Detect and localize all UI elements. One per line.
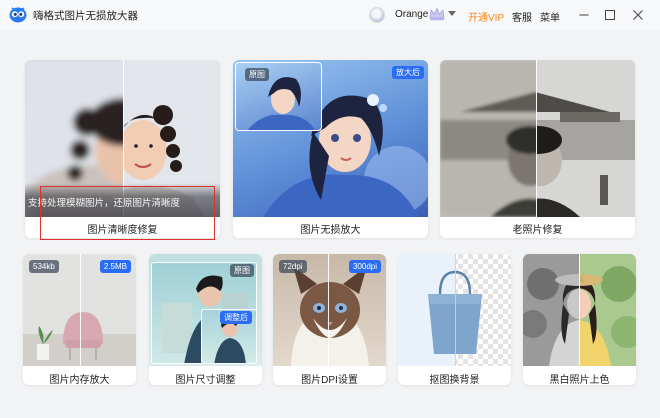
enlarge-preview-image: 原图 放大后 xyxy=(233,60,428,217)
resize-preview-image: 原图 调整后 xyxy=(149,254,262,366)
card-label: 黑白照片上色 xyxy=(549,375,610,385)
username[interactable]: Orange xyxy=(395,9,428,20)
user-dropdown-caret-icon[interactable] xyxy=(448,11,456,16)
vip-crown-icon xyxy=(429,7,445,21)
app-logo-icon xyxy=(9,7,27,23)
colorize-preview-image xyxy=(523,254,636,366)
dpi-preview-image: 72dpi 300dpi xyxy=(273,254,386,366)
tag-before: 原图 xyxy=(230,264,254,277)
cutout-preview-image xyxy=(398,254,511,366)
close-icon[interactable] xyxy=(628,5,648,25)
card-dpi-setting[interactable]: 72dpi 300dpi 图片DPI设置 xyxy=(273,254,386,385)
card-label: 图片尺寸调整 xyxy=(175,375,236,385)
memory-preview-image: 534kb 2.5MB xyxy=(23,254,136,366)
maximize-icon[interactable] xyxy=(600,5,620,25)
tag-after: 2.5MB xyxy=(99,260,131,273)
card-label: 抠图换背景 xyxy=(429,375,480,385)
tag-before: 72dpi xyxy=(279,260,307,273)
compare-divider xyxy=(80,254,81,366)
card-cutout-background[interactable]: 抠图换背景 xyxy=(398,254,511,385)
app-title: 嗨格式图片无损放大器 xyxy=(33,10,138,22)
open-vip-link[interactable]: 开通VIP xyxy=(468,9,504,24)
minimize-icon[interactable] xyxy=(574,5,594,25)
title-bar: 嗨格式图片无损放大器 Orange 开通VIP 客服 菜单 xyxy=(0,0,660,30)
tag-before: 534kb xyxy=(29,260,59,273)
compare-divider xyxy=(536,60,537,217)
card-memory-enlarge[interactable]: 534kb 2.5MB 图片内存放大 xyxy=(23,254,136,385)
card-label: 图片内存放大 xyxy=(49,375,110,385)
card-colorize-photo[interactable]: 黑白照片上色 xyxy=(523,254,636,385)
menu-button[interactable]: 菜单 xyxy=(540,9,560,24)
tag-after: 300dpi xyxy=(348,260,381,273)
tag-after: 调整后 xyxy=(220,311,252,324)
avatar[interactable] xyxy=(369,7,385,23)
card-label: 老照片修复 xyxy=(512,225,563,236)
compare-divider xyxy=(455,254,456,366)
card-label: 图片无损放大 xyxy=(300,225,361,236)
compare-divider xyxy=(328,254,329,366)
tag-after: 放大后 xyxy=(392,66,424,79)
compare-divider xyxy=(579,254,580,366)
card-old-photo-repair[interactable]: 老照片修复 xyxy=(440,60,635,238)
card-size-adjust[interactable]: 原图 调整后 图片尺寸调整 xyxy=(149,254,262,385)
customer-service-button[interactable]: 客服 xyxy=(512,9,532,24)
card-label: 图片DPI设置 xyxy=(301,375,358,385)
tag-before: 原图 xyxy=(245,68,269,81)
card-lossless-enlarge[interactable]: 原图 放大后 图片无损放大 xyxy=(233,60,428,238)
old-photo-preview-image xyxy=(440,60,635,217)
highlight-box xyxy=(40,186,215,240)
